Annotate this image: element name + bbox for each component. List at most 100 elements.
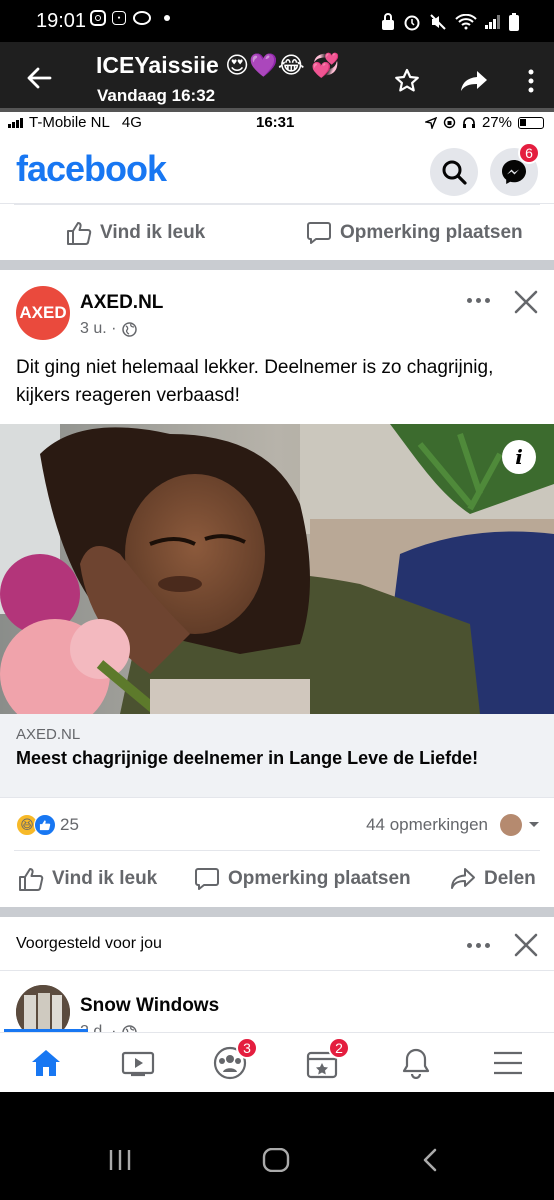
link-preview[interactable]: AXED.NL Meest chagrijnige deelnemer in L… bbox=[0, 714, 554, 798]
groups-badge: 3 bbox=[236, 1037, 258, 1059]
status-time: 19:01 bbox=[36, 10, 87, 32]
author-name[interactable]: AXED.NL bbox=[80, 292, 163, 314]
post-comment-label: Opmerking plaatsen bbox=[228, 868, 411, 889]
facebook-logo[interactable]: facebook bbox=[16, 148, 167, 190]
commenter-avatar bbox=[500, 814, 522, 836]
bell-icon bbox=[402, 1048, 430, 1079]
thumbs-up-icon bbox=[19, 868, 44, 891]
home-icon bbox=[32, 1050, 60, 1076]
facebook-header: facebook 6 bbox=[0, 134, 554, 204]
facebook-tab-bar: 3 2 bbox=[0, 1029, 554, 1092]
globe-icon bbox=[122, 321, 138, 337]
close-icon[interactable] bbox=[514, 290, 538, 314]
lock-icon bbox=[382, 13, 394, 30]
star-icon[interactable] bbox=[394, 68, 420, 94]
more-vert-icon[interactable] bbox=[528, 69, 534, 93]
post-time[interactable]: 3 u. · bbox=[80, 320, 116, 338]
post-like-button[interactable]: Vind ik leuk bbox=[18, 866, 157, 892]
link-title: Meest chagrijnige deelnemer in Lange Lev… bbox=[16, 748, 479, 768]
like-label: Vind ik leuk bbox=[100, 221, 206, 243]
tab-home[interactable] bbox=[18, 1043, 74, 1083]
more-dot-icon bbox=[164, 15, 170, 21]
chat-title: ICEYaissiie 😍💜😂 💞 bbox=[96, 52, 340, 78]
messenger-badge: 6 bbox=[518, 142, 540, 164]
snow-windows-name[interactable]: Snow Windows bbox=[80, 995, 219, 1017]
suggested-close-icon[interactable] bbox=[514, 933, 538, 957]
tab-watch[interactable] bbox=[110, 1043, 166, 1083]
carrier-name: T-Mobile NL bbox=[29, 114, 110, 131]
carrier: T-Mobile NL 4G bbox=[8, 114, 142, 131]
hamburger-menu-icon bbox=[494, 1051, 522, 1075]
author-avatar[interactable]: AXED bbox=[16, 286, 70, 340]
feed-divider-2 bbox=[0, 907, 554, 917]
sonos-icon: ● bbox=[112, 11, 126, 25]
suggested-more-button[interactable] bbox=[467, 943, 490, 948]
headphones-icon bbox=[462, 117, 475, 128]
cloud-icon bbox=[133, 11, 151, 25]
cell-signal-icon bbox=[8, 117, 23, 128]
post-meta: 3 u. · bbox=[80, 320, 138, 338]
active-tab-indicator bbox=[4, 1029, 88, 1032]
like-reaction-icon bbox=[34, 814, 56, 836]
system-icons bbox=[381, 12, 520, 32]
rotation-lock-icon bbox=[443, 116, 456, 129]
android-nav-bar bbox=[0, 1092, 554, 1200]
woman-photo bbox=[0, 424, 554, 714]
back-button-icon[interactable] bbox=[422, 1148, 438, 1172]
ios-right-icons: 27% bbox=[424, 114, 544, 131]
link-domain: AXED.NL bbox=[16, 726, 81, 743]
comment-button[interactable]: Opmerking plaatsen bbox=[306, 220, 523, 246]
post-header: AXED AXED.NL 3 u. · bbox=[0, 270, 554, 344]
share-button[interactable]: Delen bbox=[450, 867, 536, 891]
comments-summary[interactable]: 44 opmerkingen bbox=[366, 814, 540, 836]
ios-battery-icon bbox=[518, 116, 544, 129]
signal-icon bbox=[485, 15, 500, 29]
comment-icon bbox=[307, 221, 331, 244]
battery-icon bbox=[509, 13, 519, 31]
post-text: Dit ging niet helemaal lekker. Deelnemer… bbox=[16, 357, 494, 406]
wifi-icon bbox=[455, 14, 477, 30]
tab-menu[interactable] bbox=[480, 1043, 536, 1083]
android-status-bar: 19:01 ● bbox=[0, 0, 554, 42]
location-icon bbox=[424, 116, 437, 129]
suggested-header: Voorgesteld voor jou bbox=[0, 917, 554, 971]
thumbs-up-icon bbox=[67, 221, 92, 245]
reaction-summary[interactable]: 😆 25 bbox=[16, 814, 79, 836]
video-icon bbox=[121, 1051, 155, 1077]
post-more-button[interactable] bbox=[467, 298, 490, 303]
search-button[interactable] bbox=[430, 148, 478, 196]
share-icon bbox=[451, 868, 475, 889]
instagram-icon bbox=[90, 10, 106, 26]
info-icon: i bbox=[515, 445, 523, 469]
suggested-label: Voorgesteld voor jou bbox=[16, 935, 162, 952]
reactions-row: 😆 25 44 opmerkingen bbox=[0, 798, 554, 850]
like-button[interactable]: Vind ik leuk bbox=[66, 220, 205, 246]
back-arrow-icon[interactable] bbox=[26, 66, 52, 90]
post-comment-button[interactable]: Opmerking plaatsen bbox=[194, 866, 411, 892]
tab-marketplace[interactable]: 2 bbox=[294, 1037, 350, 1083]
chat-actions bbox=[394, 68, 534, 94]
messenger-button[interactable]: 6 bbox=[490, 142, 540, 196]
shared-screenshot[interactable]: T-Mobile NL 4G 16:31 27% facebook 6 Vind… bbox=[0, 108, 554, 1092]
info-button[interactable]: i bbox=[502, 440, 536, 474]
alarm-icon bbox=[404, 15, 420, 31]
post-photo[interactable]: i bbox=[0, 424, 554, 714]
reaction-count: 25 bbox=[60, 815, 79, 834]
ios-status-bar: T-Mobile NL 4G 16:31 27% bbox=[0, 108, 554, 134]
comment-label: Opmerking plaatsen bbox=[340, 221, 523, 243]
post-like-label: Vind ik leuk bbox=[52, 868, 158, 889]
network-type: 4G bbox=[121, 114, 142, 131]
battery-percent: 27% bbox=[481, 114, 512, 131]
previous-post-actions: Vind ik leuk Opmerking plaatsen bbox=[14, 204, 540, 260]
chat-subtitle: Vandaag 16:32 bbox=[97, 86, 216, 105]
home-button-icon[interactable] bbox=[262, 1148, 290, 1172]
recent-apps-icon[interactable] bbox=[108, 1148, 132, 1172]
comments-count: 44 opmerkingen bbox=[366, 815, 488, 834]
post-actions: Vind ik leuk Opmerking plaatsen Delen bbox=[0, 851, 554, 907]
share-label: Delen bbox=[484, 868, 536, 889]
forward-icon[interactable] bbox=[460, 70, 488, 92]
chat-header: ICEYaissiie 😍💜😂 💞 Vandaag 16:32 bbox=[0, 42, 554, 112]
tab-groups[interactable]: 3 bbox=[202, 1037, 258, 1083]
marketplace-badge: 2 bbox=[328, 1037, 350, 1059]
tab-notifications[interactable] bbox=[388, 1043, 444, 1083]
